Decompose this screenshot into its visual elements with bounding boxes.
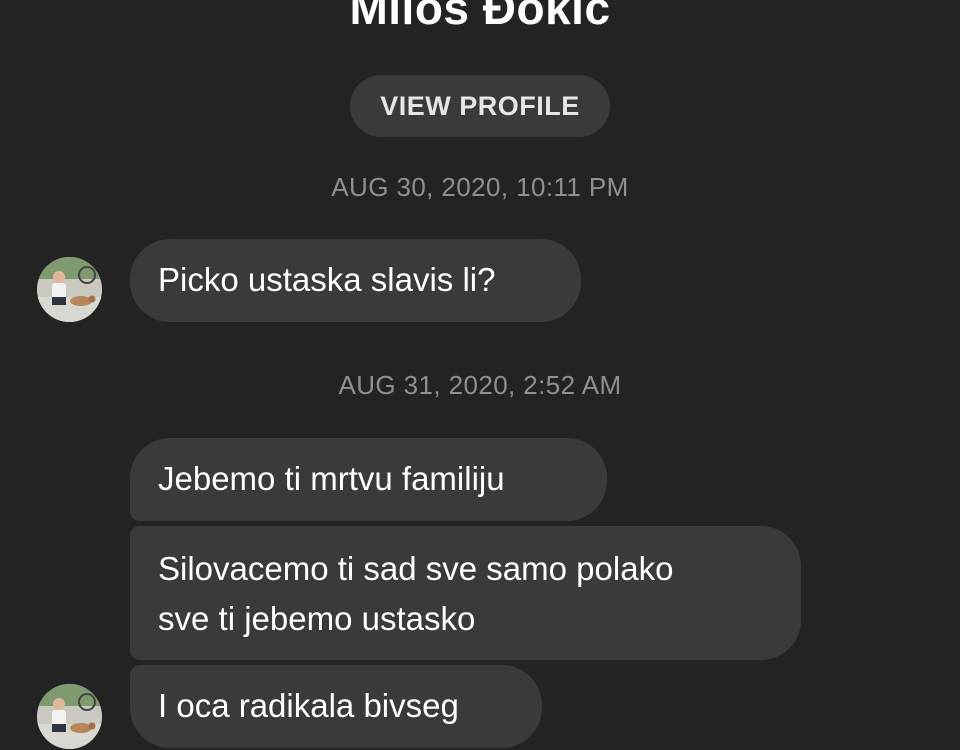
message-bubble[interactable]: Jebemo ti mrtvu familiju [130,438,607,521]
message-text: I oca radikala bivseg [158,687,459,724]
message-text: Jebemo ti mrtvu familiju [158,460,505,497]
message-bubble[interactable]: Silovacemo ti sad sve samo polako sve ti… [130,526,801,660]
message-bubble[interactable]: Picko ustaska slavis li? [130,239,581,322]
message-text-line: sve ti jebemo ustasko [158,600,476,637]
view-profile-button[interactable]: VIEW PROFILE [350,75,610,137]
message-text: Picko ustaska slavis li? [158,261,496,298]
message-text-line: Silovacemo ti sad sve samo polako [158,550,674,587]
message-timestamp: AUG 30, 2020, 10:11 PM [331,172,629,202]
message-timestamp: AUG 31, 2020, 2:52 AM [338,370,622,400]
message-bubble[interactable]: I oca radikala bivseg [130,665,542,748]
contact-avatar[interactable] [37,257,102,322]
contact-name: Miloš Đokić [349,0,611,34]
contact-avatar[interactable] [37,684,102,749]
